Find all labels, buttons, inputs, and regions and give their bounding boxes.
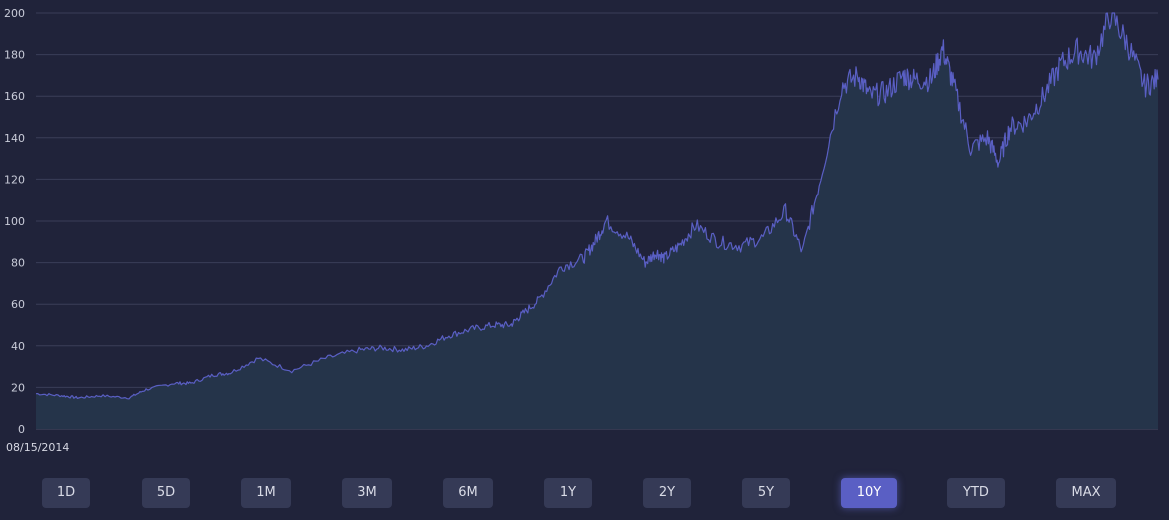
y-tick-label: 60 (11, 298, 25, 311)
range-button-5y[interactable]: 5Y (742, 478, 790, 508)
y-axis-ticks: 0 20 40 60 80 100 120 140 160 180 200 (4, 7, 25, 436)
y-tick-label: 160 (4, 90, 25, 103)
range-button-5d[interactable]: 5D (142, 478, 190, 508)
y-tick-label: 0 (18, 423, 25, 436)
range-button-1y[interactable]: 1Y (544, 478, 592, 508)
y-tick-label: 100 (4, 215, 25, 228)
x-axis-start-label: 08/15/2014 (6, 441, 69, 454)
stock-chart-widget: 0 20 40 60 80 100 120 140 160 180 200 08/15/2014 1… (0, 0, 1169, 520)
y-tick-label: 180 (4, 49, 25, 62)
range-button-10y[interactable]: 10Y (841, 478, 897, 508)
y-tick-label: 140 (4, 132, 25, 145)
range-button-1d[interactable]: 1D (42, 478, 90, 508)
y-tick-label: 40 (11, 340, 25, 353)
y-tick-label: 200 (4, 7, 25, 20)
time-range-selector: 1D 5D 1M 3M 6M 1Y 2Y 5Y 10Y YTD MAX (0, 478, 1169, 510)
range-button-6m[interactable]: 6M (443, 478, 493, 508)
range-button-1m[interactable]: 1M (241, 478, 291, 508)
price-chart: 0 20 40 60 80 100 120 140 160 180 200 08/15/2014 (4, 7, 1159, 454)
range-button-2y[interactable]: 2Y (643, 478, 691, 508)
y-tick-label: 20 (11, 381, 25, 394)
range-button-3m[interactable]: 3M (342, 478, 392, 508)
range-button-max[interactable]: MAX (1056, 478, 1116, 508)
range-button-ytd[interactable]: YTD (947, 478, 1005, 508)
y-tick-label: 120 (4, 173, 25, 186)
y-tick-label: 80 (11, 257, 25, 270)
